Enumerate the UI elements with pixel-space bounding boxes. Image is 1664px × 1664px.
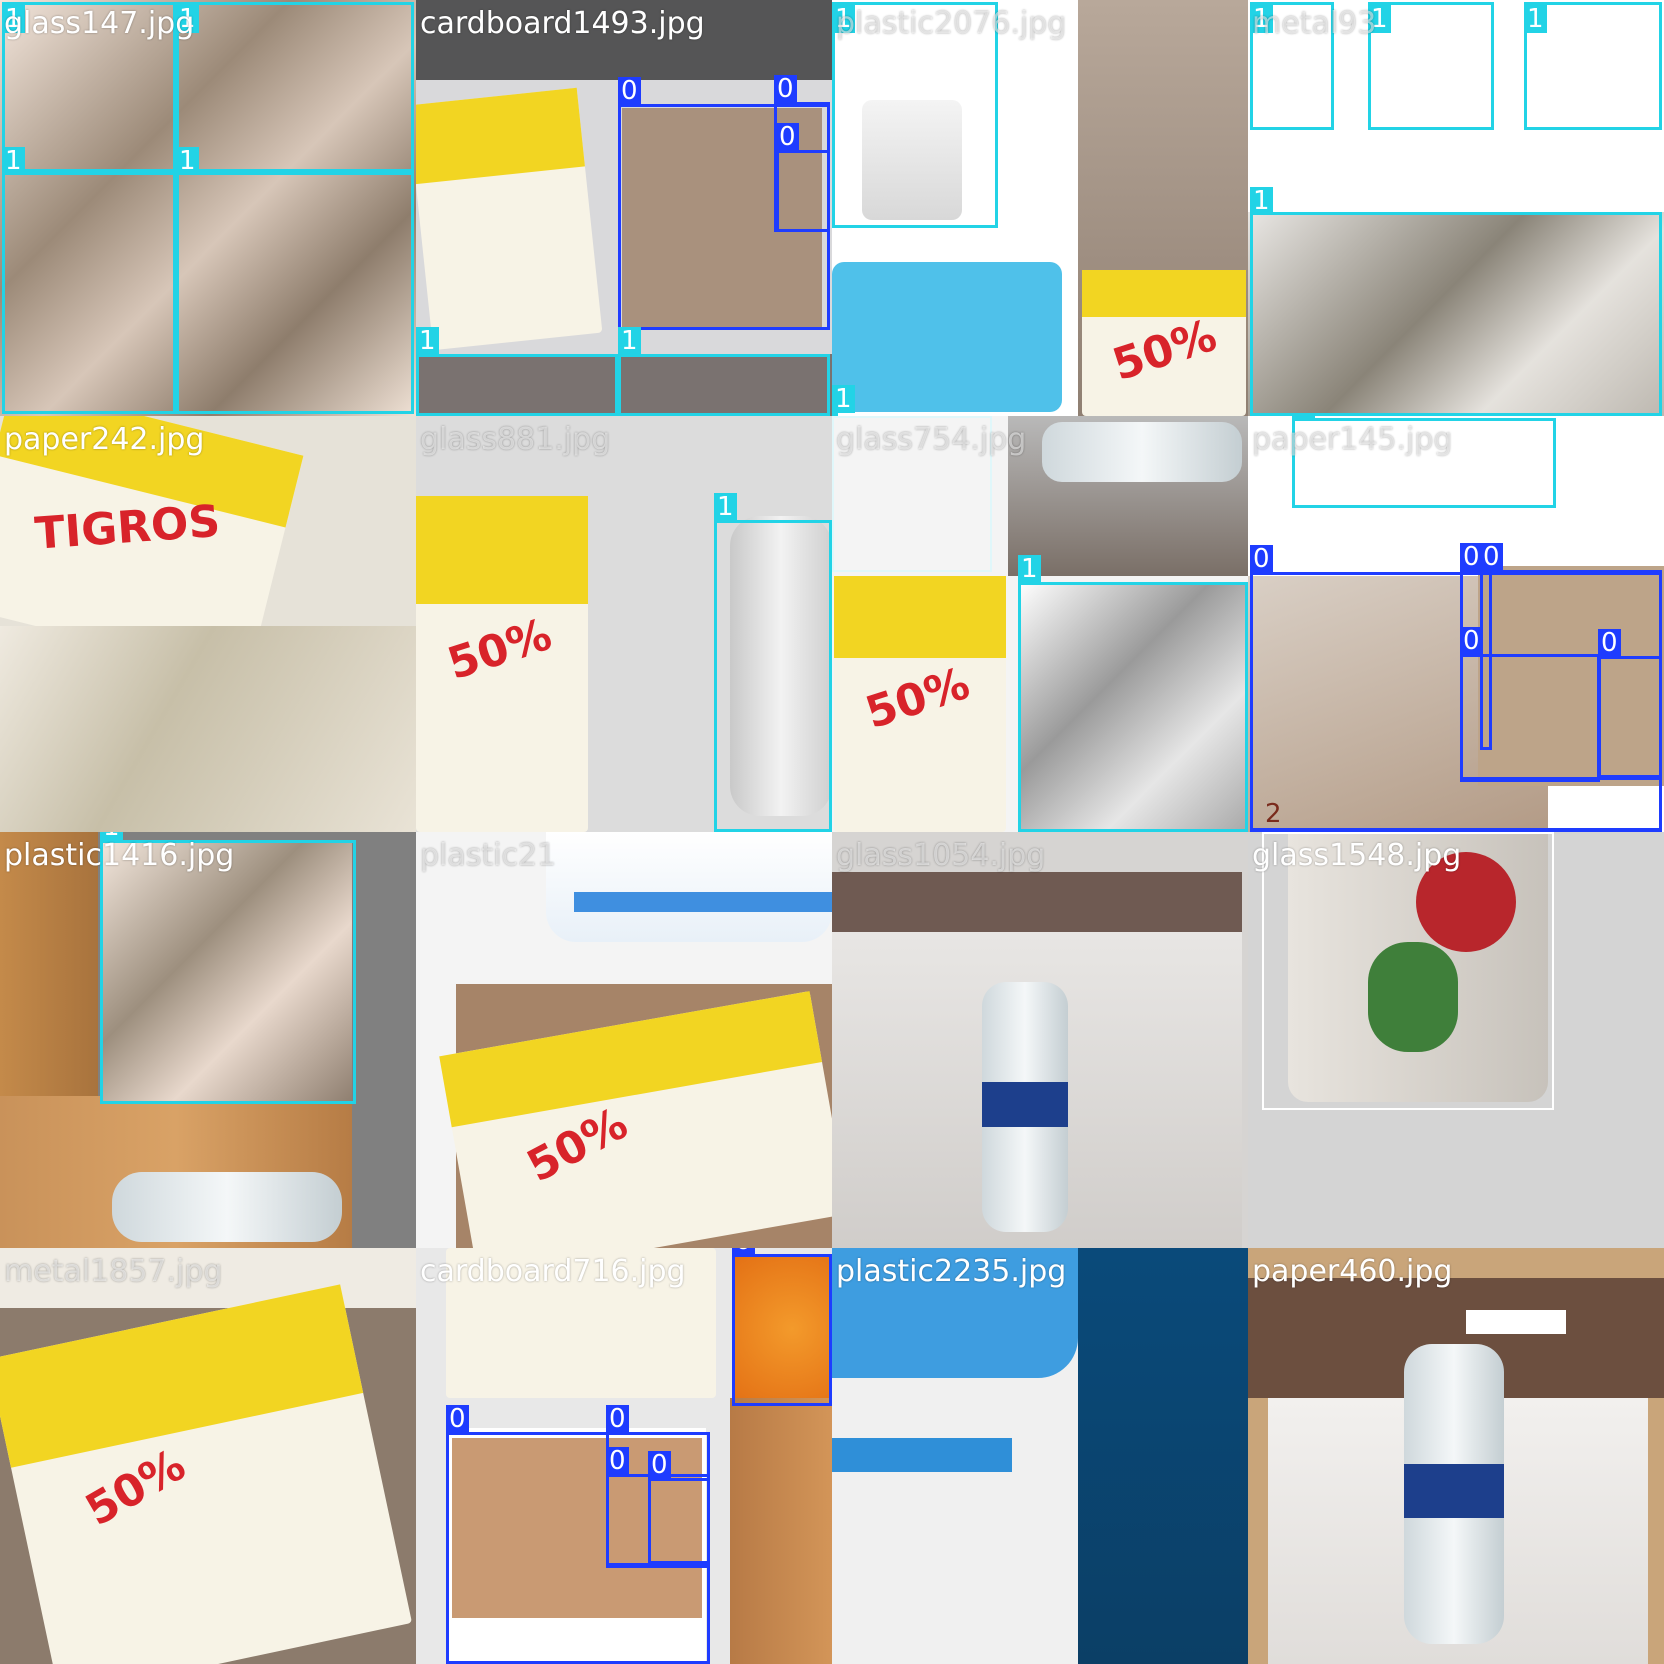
tile-glass1054: glass1054.jpg [832,832,1248,1248]
class-label: 0 [648,1451,671,1479]
class-label: 1 [176,147,199,175]
class-label: 1 [1292,416,1315,419]
tile-title: plastic2235.jpg [836,1254,1067,1289]
mosaic-grid: 1 1 1 1 glass147.jpg 0 0 0 1 1 cardboard… [0,0,1664,1664]
tile-title: glass754.jpg [836,422,1027,457]
tile-plastic1416: 1 plastic1416.jpg [0,832,416,1248]
tile-title: glass881.jpg [420,422,611,457]
class-label: 1 [1018,555,1041,583]
bbox-class0: 0 [1598,629,1662,778]
tile-cardboard1493: 0 0 0 1 1 cardboard1493.jpg [416,0,832,416]
class-label: 2 [1265,799,1282,829]
flyer-discount-text: 50% [441,608,558,690]
class-label: 0 [1250,545,1273,573]
bbox-class1: 1 [176,147,414,414]
photo-flyer: 50% [1082,270,1246,416]
class-label: 1 [416,327,439,355]
tile-cardboard716: 0 0 0 0 0 cardboard716.jpg [416,1248,832,1664]
class-label: 0 [774,75,797,103]
photo-flyer-page [0,626,416,832]
container-band [832,1438,1012,1472]
tile-metal1857: 50% metal1857.jpg [0,1248,416,1664]
flyer-brand-text: TIGROS [33,496,222,561]
class-label: 0 [606,1447,629,1475]
tile-paper145: 1 0 0 0 0 0 2 paper145.jpg [1248,416,1664,832]
tile-plastic21: 50% plastic21 [416,832,832,1248]
tile-title: metal93 [1252,6,1377,41]
photo-water-bottle [112,1172,342,1242]
class-label: 1 [1250,187,1273,215]
bbox-class2 [1262,832,1554,1110]
tile-title: paper145.jpg [1252,422,1453,457]
class-label: 0 [1480,543,1503,571]
bbox-class1: 1 [618,327,830,416]
tile-paper460: paper460.jpg [1248,1248,1664,1664]
tile-title: paper460.jpg [1252,1254,1453,1289]
photo-flyer: 50% [834,576,1006,832]
photo-flyer: 50% [0,1284,413,1664]
tile-title: plastic2076.jpg [836,6,1067,41]
tile-title: glass147.jpg [4,6,195,41]
bbox-class1: 1 [1018,555,1248,832]
tile-metal93: 1 1 1 1 metal93 [1248,0,1664,416]
class-label: 1 [832,385,855,413]
class-label: 0 [446,1405,469,1433]
class-label: 1 [1524,5,1547,33]
tile-glass881: 50% 1 glass881.jpg [416,416,832,832]
photo-sticker [1466,1310,1566,1334]
tile-glass754: 50% 1 glass754.jpg [832,416,1248,832]
flyer-discount-text: 50% [77,1439,194,1537]
flyer-discount-text: 50% [1106,310,1223,392]
bbox-class0: 0 [776,123,830,232]
tile-title: paper242.jpg [4,422,205,457]
tile-title: cardboard1493.jpg [420,6,705,41]
tile-glass1548: glass1548.jpg [1248,832,1664,1248]
tile-title: metal1857.jpg [4,1254,223,1289]
container-band [574,892,832,912]
bbox-class0: 0 [1460,627,1600,782]
class-label: 1 [714,493,737,521]
tile-title: glass1054.jpg [836,838,1046,873]
class-label: 0 [618,77,641,105]
photo-water-bottle [1042,422,1242,482]
photo-flyer: 50% [416,496,588,832]
photo-water-bottle [1404,1344,1504,1644]
tile-plastic2235: plastic2235.jpg [832,1248,1248,1664]
class-label: 1 [618,327,641,355]
class-label: 0 [1598,629,1621,657]
tile-title: glass1548.jpg [1252,838,1462,873]
bbox-class1: 1 [1524,2,1662,130]
bbox-class1: 1 [1368,2,1494,130]
photo-water-bottle [982,982,1068,1232]
bbox-class1: 1 [714,493,832,832]
bbox-class1: 1 [2,147,176,414]
photo-dark-blue-bg [1078,1248,1248,1664]
bbox-class1: 1 [100,832,356,1104]
photo-blue-tub [832,262,1062,412]
tile-plastic2076: 50% 1 1 plastic2076.jpg [832,0,1248,416]
class-label: 0 [776,123,799,151]
tile-title: plastic1416.jpg [4,838,235,873]
class-label: 1 [2,147,25,175]
bbox-class1: 1 [416,327,618,416]
bbox-class1: 1 [176,2,414,172]
bbox-class1: 1 [1250,187,1662,416]
tile-glass147: 1 1 1 1 glass147.jpg [0,0,416,416]
tile-title: plastic21 [420,838,557,873]
photo-plastic-container [546,832,832,942]
class-label: 0 [1460,627,1483,655]
flyer-discount-text: 50% [859,658,976,740]
tile-title: cardboard716.jpg [420,1254,686,1289]
class-label: 0 [606,1405,629,1433]
photo-shelf [832,872,1242,932]
bbox-class0: 0 [648,1451,710,1564]
bbox-class0: 0 [732,1248,832,1406]
photo-wood-floor [730,1398,832,1664]
tile-paper242: TIGROS paper242.jpg [0,416,416,832]
class-label: 0 [732,1248,755,1255]
photo-flyer [416,87,603,351]
